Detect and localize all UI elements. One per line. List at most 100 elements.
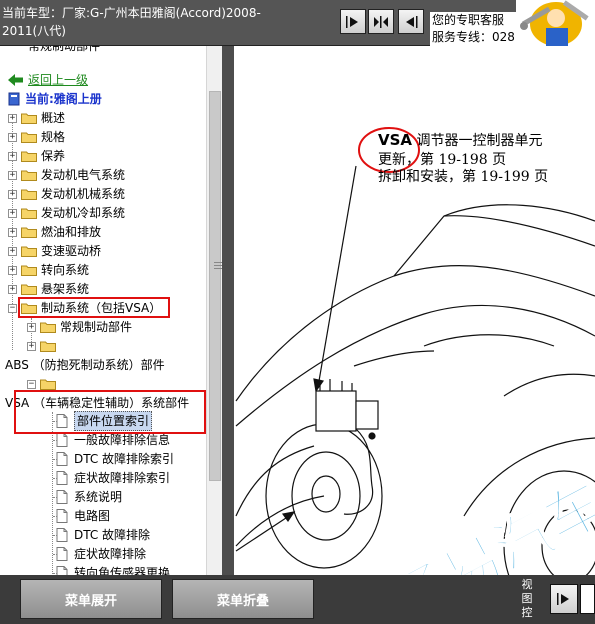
current-manual-label: 当前:雅阁上册: [8, 90, 102, 108]
expand-toggle[interactable]: +: [8, 208, 17, 218]
expand-toggle[interactable]: +: [8, 189, 17, 199]
tree-item-label: 规格: [41, 130, 66, 144]
expand-toggle[interactable]: +: [27, 341, 36, 351]
callout-title-rest: 调节器一控制器单元: [412, 133, 543, 149]
tree-item[interactable]: 系统说明: [56, 488, 122, 506]
tree-item[interactable]: + 概述: [8, 109, 65, 127]
tree-connector: [53, 516, 57, 517]
document-icon: [56, 566, 68, 575]
tree-item-label: 症状故障排除索引: [74, 471, 171, 485]
fit-page-button[interactable]: [368, 9, 394, 34]
tree-item[interactable]: 症状故障排除索引: [56, 469, 170, 487]
tree-item-abs[interactable]: ABS （防抱死制动系统）部件: [5, 356, 165, 374]
view-control-side-button[interactable]: [580, 584, 595, 614]
folder-icon: [21, 208, 37, 219]
document-icon: [56, 547, 68, 561]
collapse-toggle[interactable]: −: [8, 303, 17, 313]
highlight-brake-system: [18, 297, 170, 318]
folder-icon: [21, 227, 37, 238]
tree-item[interactable]: + 变速驱动桥: [8, 242, 101, 260]
folder-icon: [21, 132, 37, 143]
car-model-line1: 当前车型：厂家:G-广州本田雅阁(Accord)2008-: [2, 6, 261, 20]
tree-item-label: 概述: [41, 111, 66, 125]
arrow-left-icon: [406, 15, 418, 28]
folder-icon: [21, 151, 37, 162]
car-model-line2: 2011(八代): [2, 24, 66, 38]
expand-toggle[interactable]: +: [8, 284, 17, 294]
diagram-viewer[interactable]: 畅易汽车维 VSA 调节器一控制器单元 更新，第 19-198 页 拆卸和安装，…: [234, 46, 595, 575]
menu-expand-button[interactable]: 菜单展开: [20, 579, 162, 619]
callout-title: VSA 调节器一控制器单元: [378, 131, 542, 150]
tree-scrollbar[interactable]: [206, 46, 222, 575]
tree-item-label: 保养: [41, 149, 66, 163]
tree-item[interactable]: + 转向系统: [8, 261, 89, 279]
tree-item-regular-brake[interactable]: + 常规制动部件: [27, 318, 132, 336]
tree-connector: [53, 554, 57, 555]
expand-toggle[interactable]: +: [27, 322, 36, 332]
expand-toggle[interactable]: +: [8, 170, 17, 180]
tree-item[interactable]: + 发动机机械系统: [8, 185, 125, 203]
document-icon: [56, 433, 68, 447]
tree-item[interactable]: + 规格: [8, 128, 65, 146]
tree-item[interactable]: + 发动机电气系统: [8, 166, 125, 184]
tree-item[interactable]: + 保养: [8, 147, 65, 165]
callout-removal-link[interactable]: 拆卸和安装，第 19-199 页: [378, 168, 548, 186]
service-line1: 您的专职客服: [432, 13, 505, 27]
arrow-right-icon: [557, 593, 569, 605]
tree-item-abs-toggle[interactable]: +: [27, 337, 60, 355]
folder-icon: [21, 265, 37, 276]
document-icon: [56, 471, 68, 485]
folder-icon: [21, 284, 37, 295]
tree-item-label: 转向系统: [41, 263, 90, 277]
tree-item[interactable]: + 悬架系统: [8, 280, 89, 298]
expand-toggle[interactable]: +: [8, 151, 17, 161]
next-page-button[interactable]: [340, 9, 366, 34]
watermark: 畅易汽车维: [379, 441, 595, 575]
service-hotline: 服务专线：028: [432, 30, 515, 44]
panel-splitter[interactable]: [222, 46, 234, 575]
tree-item-label: 悬架系统: [41, 282, 90, 296]
document-icon: [56, 509, 68, 523]
tree-item[interactable]: DTC 故障排除索引: [56, 450, 174, 468]
current-manual-text: 当前:雅阁上册: [25, 92, 102, 106]
tree-item[interactable]: + 燃油和排放: [8, 223, 101, 241]
tree-item[interactable]: DTC 故障排除: [56, 526, 150, 544]
folder-icon: [21, 189, 37, 200]
tree-item[interactable]: + 发动机冷却系统: [8, 204, 125, 222]
scrollbar-thumb[interactable]: [209, 91, 222, 481]
expand-toggle[interactable]: +: [8, 113, 17, 123]
vsa-location-diagram: 畅易汽车维: [235, 127, 595, 575]
expand-toggle[interactable]: +: [8, 246, 17, 256]
document-icon: [56, 452, 68, 466]
watermark-text: 畅易汽车维: [380, 442, 595, 575]
tree-connector: [53, 440, 57, 441]
tree-item-label: 变速驱动桥: [41, 244, 102, 258]
tree-item[interactable]: 转向角传感器更换: [56, 564, 170, 575]
view-control-button[interactable]: [550, 584, 578, 614]
callout-update-link[interactable]: 更新，第 19-198 页: [378, 151, 506, 169]
expand-toggle[interactable]: +: [8, 265, 17, 275]
tree-item[interactable]: 电路图: [56, 507, 110, 525]
tree-item-label: 症状故障排除: [74, 547, 147, 561]
tree-item[interactable]: 症状故障排除: [56, 545, 146, 563]
tree-connector: [53, 573, 57, 574]
tree-item-label: 燃油和排放: [41, 225, 102, 239]
tree-item-partial: 常规制动部件: [28, 46, 100, 55]
expand-toggle[interactable]: +: [8, 227, 17, 237]
collapse-toggle[interactable]: −: [27, 379, 36, 389]
highlight-vsa-component: [14, 390, 206, 434]
folder-icon: [21, 113, 37, 124]
menu-collapse-button[interactable]: 菜单折叠: [172, 579, 314, 619]
document-icon: [56, 490, 68, 504]
prev-page-button[interactable]: [398, 9, 424, 34]
tree-connector: [53, 535, 57, 536]
tree-item-label: DTC 故障排除索引: [74, 452, 175, 466]
header-bar: 当前车型：厂家:G-广州本田雅阁(Accord)2008- 2011(八代) 您…: [0, 0, 595, 46]
folder-icon: [21, 246, 37, 257]
back-link[interactable]: 返回上一级: [8, 71, 88, 89]
tree-item-label: 常规制动部件: [60, 320, 133, 334]
tree-item-label: 发动机电气系统: [41, 168, 126, 182]
tree-item-label: ABS （防抱死制动系统）部件: [5, 358, 165, 372]
tree-connector: [52, 412, 53, 574]
expand-toggle[interactable]: +: [8, 132, 17, 142]
